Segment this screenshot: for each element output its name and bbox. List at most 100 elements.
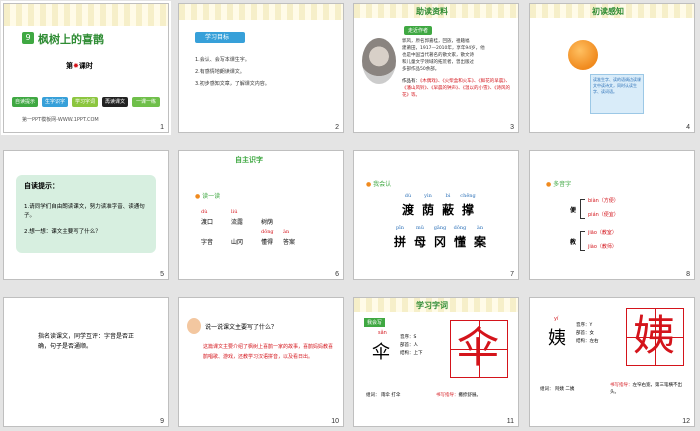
slide-thumbnail-8[interactable]: ● 多音字 便 biàn（方便） pián（便宜） 教 jiāo（教室） jià… (529, 150, 695, 280)
nav-button-4[interactable]: 再读课文 (102, 97, 128, 107)
slide-thumbnail-10[interactable]: 说一说课文主要写了什么？ 这篇课文主要介绍了枫树上喜鹊一家的故事，喜鹊妈妈教喜鹊… (178, 297, 344, 427)
prompt-heading: 自读提示： (24, 182, 59, 190)
slide-number: 7 (510, 271, 514, 278)
slide-thumbnail-11[interactable]: 学习字词 我会写 sǎn 伞 音序：S 部首：人 结构：上下 伞 组词： 雨伞 … (353, 297, 519, 427)
slide-thumbnail-6[interactable]: 自主识字 ● 读一读 dù liú 渡口 流露 树荫 dǒng àn 字音 山冈 懂得 答案 … (178, 150, 344, 280)
bio-line: 郭风，原名郭嘉桂，回族，祖籍福 (402, 39, 470, 44)
word: 山冈 (231, 239, 244, 246)
read-tag: ● 读一读 (195, 191, 220, 200)
slide-thumbnail-9[interactable]: 指名读课文，同学互评：字音是否正确，句子是否通顺。 9 (3, 297, 169, 427)
pinyin: mǔ (416, 225, 424, 231)
slide-thumbnail-5[interactable]: 自读提示： 1.请同学们自由朗读课文，努力读准字音、读通句子。 2.想一想：课文… (3, 150, 169, 280)
char-pinyin: yí (554, 316, 559, 322)
slide-heading: 自主识字 (235, 156, 263, 164)
slide-thumbnail-1[interactable]: 9 枫树上的喜鹊 第✸课时 自读提示 生字识字 学习字词 再读课文 一课一练 第… (1, 1, 171, 135)
nav-button-2[interactable]: 生字识字 (42, 97, 68, 107)
grid-character: 伞 (456, 323, 499, 372)
pinyin: yìn (424, 193, 432, 199)
author-bio: 郭风，原名郭嘉桂，回族，祖籍福 建莆田，1917—2010年，享年94岁，他 也… (402, 38, 485, 73)
polyphone-reading: jiāo（教室） (588, 230, 617, 236)
pinyin-row-1: dù liú (201, 209, 331, 215)
orange-icon: ● (366, 181, 372, 188)
tip-label: 书写指导： (436, 393, 459, 398)
character: 伞 (372, 342, 390, 363)
bracket (580, 199, 585, 219)
slide-thumbnail-3[interactable]: 助读资料 走近作者 郭风，原名郭嘉桂，回族，祖籍福 建莆田，1917—2010年… (353, 3, 519, 133)
word-row-2: 字音 山冈 懂得 答案 (201, 237, 331, 246)
character: 荫 (421, 203, 434, 217)
slide-number: 8 (686, 271, 690, 278)
polyphone-reading: biàn（方便） (588, 198, 619, 204)
pinyin: àn (476, 225, 484, 231)
bracket (580, 231, 585, 251)
words-label: 组词： (540, 387, 554, 392)
words: 阿姨 二姨 (554, 387, 575, 392)
polyphone-reading: pián（便宜） (588, 212, 619, 218)
info-line: 部首：女 (576, 331, 594, 336)
polyphone-tag-label: 多音字 (553, 181, 572, 188)
words: 雨伞 打伞 (380, 393, 401, 398)
pinyin: dǒng (453, 225, 467, 231)
slide-number: 9 (160, 418, 164, 425)
character: 拼 (393, 235, 406, 249)
slide-number: 5 (160, 271, 164, 278)
orange-icon: ● (195, 193, 201, 200)
author-works: 作品有：《木偶戏》、《火柴盒和火车》、《鲜花的早晨》、《潘山风铃》、《早晨的钟声… (402, 78, 512, 99)
recognize-tag: ● 我会认 (366, 179, 391, 188)
prompt-line-1: 1.请同学们自由朗读课文，努力读准字音、读通句子。 (24, 204, 145, 219)
goal-line-1: 1.会认、会写本课生字。 (195, 57, 250, 63)
character: 冈 (433, 235, 446, 249)
info-line: 结构：左右 (576, 339, 599, 344)
polyphone-char-1: 便 (570, 207, 577, 214)
recognize-tag-label: 我会认 (373, 181, 392, 188)
tip-label: 书写指导： (610, 383, 633, 388)
slide-thumbnail-12[interactable]: yí 姨 音序：Y 部首：女 结构：左右 姨 组词： 阿姨 二姨 书写指导：左窄… (529, 297, 695, 427)
character: 母 (413, 235, 426, 249)
char-row-2: 拼母冈懂案 (390, 233, 490, 250)
word-row-1: 渡口 流露 树荫 (201, 217, 331, 226)
character: 撑 (461, 203, 474, 217)
pinyin: àn (283, 229, 290, 235)
slide-number: 12 (682, 418, 690, 425)
word: 字音 (201, 239, 214, 246)
pinyin: gāng (433, 225, 447, 231)
info-line: 结构：上下 (400, 351, 423, 356)
slide-thumbnail-2[interactable]: 学习目标 1.会认、会写本课生字。 2.有感情地朗读课文。 3.初步感知文章，了… (178, 3, 344, 133)
word: 渡口 (201, 219, 214, 226)
nav-button-1[interactable]: 自读提示 (12, 97, 38, 107)
slide-number: 10 (331, 418, 339, 425)
nav-button-5[interactable]: 一课一练 (132, 97, 160, 107)
bio-line: 多部作品50余部。 (402, 67, 440, 72)
slide-thumbnail-7[interactable]: ● 我会认 dù yìn bì chēng 渡荫蔽撑 pīn mǔ gāng dǒng àn … (353, 150, 519, 280)
writing-tip: 书写指导：左窄右宽，第三笔横不出头。 (610, 382, 690, 396)
word: 树荫 (261, 219, 274, 226)
slide-number: 11 (506, 418, 514, 425)
pinyin: dǒng (261, 229, 274, 235)
author-portrait (362, 38, 396, 84)
author-tag: 走近作者 (404, 26, 433, 35)
nav-button-3[interactable]: 学习字词 (72, 97, 98, 107)
character: 案 (473, 235, 486, 249)
write-tag: 我会写 (364, 318, 386, 327)
words-label: 组词： (366, 393, 380, 398)
polyphone-tag: ● 多音字 (546, 179, 571, 188)
slide-number: 6 (335, 271, 339, 278)
orange-decoration (568, 40, 598, 70)
prompt-line-2: 2.想一想：课文主要写了什么？ (24, 229, 101, 235)
slide-number: 4 (686, 124, 690, 131)
student-avatar (187, 318, 201, 334)
read-tag-label: 读一读 (202, 193, 221, 200)
char-info: 音序：S 部首：人 结构：上下 (400, 334, 423, 358)
word-group: 组词： 雨伞 打伞 (366, 392, 400, 398)
slide-header: 初读感知 (592, 7, 624, 16)
bio-line: 和儿童文学领域的拓荒者，曾出版过 (402, 60, 474, 65)
pinyin: bì (445, 193, 451, 199)
tip: 撇捺舒展。 (458, 393, 482, 398)
pinyin-row-2: pīn mǔ gāng dǒng àn (390, 225, 490, 231)
info-line: 音序：Y (576, 323, 593, 328)
pinyin: chēng (460, 193, 476, 199)
reading-note: 读准生字、读的语调边读课文中读诗文，同时认读生字、读词语。 (590, 74, 644, 114)
grid-character: 姨 (632, 311, 675, 360)
slide-title: 枫树上的喜鹊 (38, 33, 104, 46)
slide-thumbnail-4[interactable]: 初读感知 读准生字、读的语调边读课文中读诗文，同时认读生字、读词语。 4 (529, 3, 695, 133)
